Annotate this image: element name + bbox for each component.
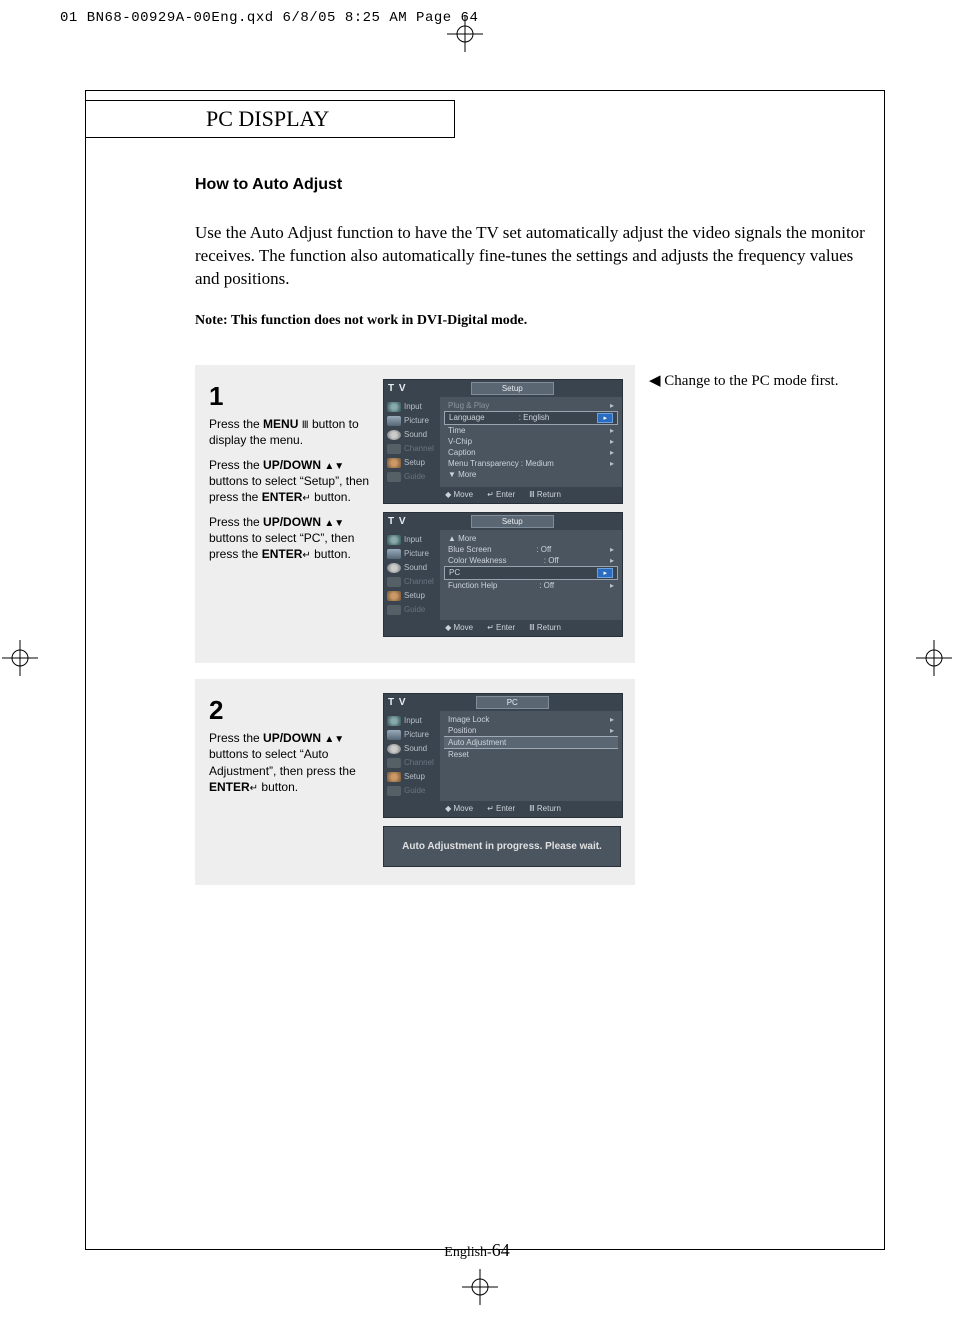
updown-icon: ▲▼ [324, 518, 344, 529]
section-title-prefix: PC D [206, 106, 254, 132]
step-2-card: 2 Press the UP/DOWN ▲▼ buttons to select… [195, 679, 635, 885]
setup-icon [387, 458, 401, 468]
input-icon [387, 716, 401, 726]
enter-icon: ↵ [302, 493, 310, 504]
osd-tv-label: T V [388, 516, 407, 527]
setup-icon [387, 772, 401, 782]
section-title-sc: ISPLAY [254, 106, 329, 132]
osd-tv-label: T V [388, 697, 407, 708]
sound-icon [387, 563, 401, 573]
channel-icon [387, 758, 401, 768]
registration-mark-icon [460, 1269, 500, 1309]
intro-paragraph: Use the Auto Adjust function to have the… [195, 222, 875, 291]
step-text: Press the MENU Ⅲ button to display the m… [209, 416, 373, 449]
guide-icon [387, 605, 401, 615]
picture-icon [387, 730, 401, 740]
note-text: Note: This function does not work in DVI… [195, 313, 855, 329]
menu-icon: Ⅲ [302, 420, 309, 431]
return-icon: Ⅲ [529, 490, 535, 499]
registration-mark-icon [0, 640, 40, 680]
updown-icon: ▲▼ [324, 461, 344, 472]
osd-tv-label: T V [388, 383, 407, 394]
enter-icon: ↵ [250, 783, 258, 794]
step-number: 1 [209, 379, 373, 414]
print-header: 01 BN68-00929A-00Eng.qxd 6/8/05 8:25 AM … [60, 10, 478, 26]
osd-pc-screenshot: T V PC Input Picture Sound Channel Setup… [383, 693, 623, 818]
move-icon: ◆ [445, 804, 451, 813]
step-1-card: 1 Press the MENU Ⅲ button to display the… [195, 365, 635, 663]
guide-icon [387, 786, 401, 796]
step-text: Press the UP/DOWN ▲▼ buttons to select “… [209, 514, 373, 563]
osd-title: Setup [471, 515, 554, 528]
page-number: English-64 [0, 1240, 954, 1261]
osd-title: Setup [471, 382, 554, 395]
enter-icon: ↵ [487, 623, 494, 632]
registration-mark-icon [445, 16, 485, 56]
osd-nav: Input Picture Sound Channel Setup Guide [384, 711, 440, 801]
registration-mark-icon [914, 640, 954, 680]
picture-icon [387, 416, 401, 426]
osd-nav: Input Picture Sound Channel Setup Guide [384, 530, 440, 620]
guide-icon [387, 472, 401, 482]
page-heading: How to Auto Adjust [195, 176, 855, 194]
section-title: PC DISPLAY [85, 100, 455, 138]
step-text: Press the UP/DOWN ▲▼ buttons to select “… [209, 730, 373, 795]
sound-icon [387, 744, 401, 754]
picture-icon [387, 549, 401, 559]
channel-icon [387, 444, 401, 454]
arrow-icon: ▸ [597, 413, 613, 423]
input-icon [387, 535, 401, 545]
step-text: Press the UP/DOWN ▲▼ buttons to select “… [209, 457, 373, 506]
move-icon: ◆ [445, 623, 451, 632]
enter-icon: ↵ [487, 804, 494, 813]
setup-icon [387, 591, 401, 601]
enter-icon: ↵ [302, 550, 310, 561]
osd-setup-screenshot-1: T V Setup Input Picture Sound Channel Se… [383, 379, 623, 504]
enter-icon: ↵ [487, 490, 494, 499]
return-icon: Ⅲ [529, 623, 535, 632]
sound-icon [387, 430, 401, 440]
step-number: 2 [209, 693, 373, 728]
arrow-icon: ▸ [597, 568, 613, 578]
input-icon [387, 402, 401, 412]
move-icon: ◆ [445, 490, 451, 499]
osd-setup-screenshot-2: T V Setup Input Picture Sound Channel Se… [383, 512, 623, 637]
osd-title: PC [476, 696, 549, 709]
return-icon: Ⅲ [529, 804, 535, 813]
osd-nav: Input Picture Sound Channel Setup Guide [384, 397, 440, 487]
updown-icon: ▲▼ [324, 734, 344, 745]
osd-autoprogress-banner: Auto Adjustment in progress. Please wait… [383, 826, 621, 867]
side-note: Change to the PC mode first. [649, 371, 838, 390]
channel-icon [387, 577, 401, 587]
